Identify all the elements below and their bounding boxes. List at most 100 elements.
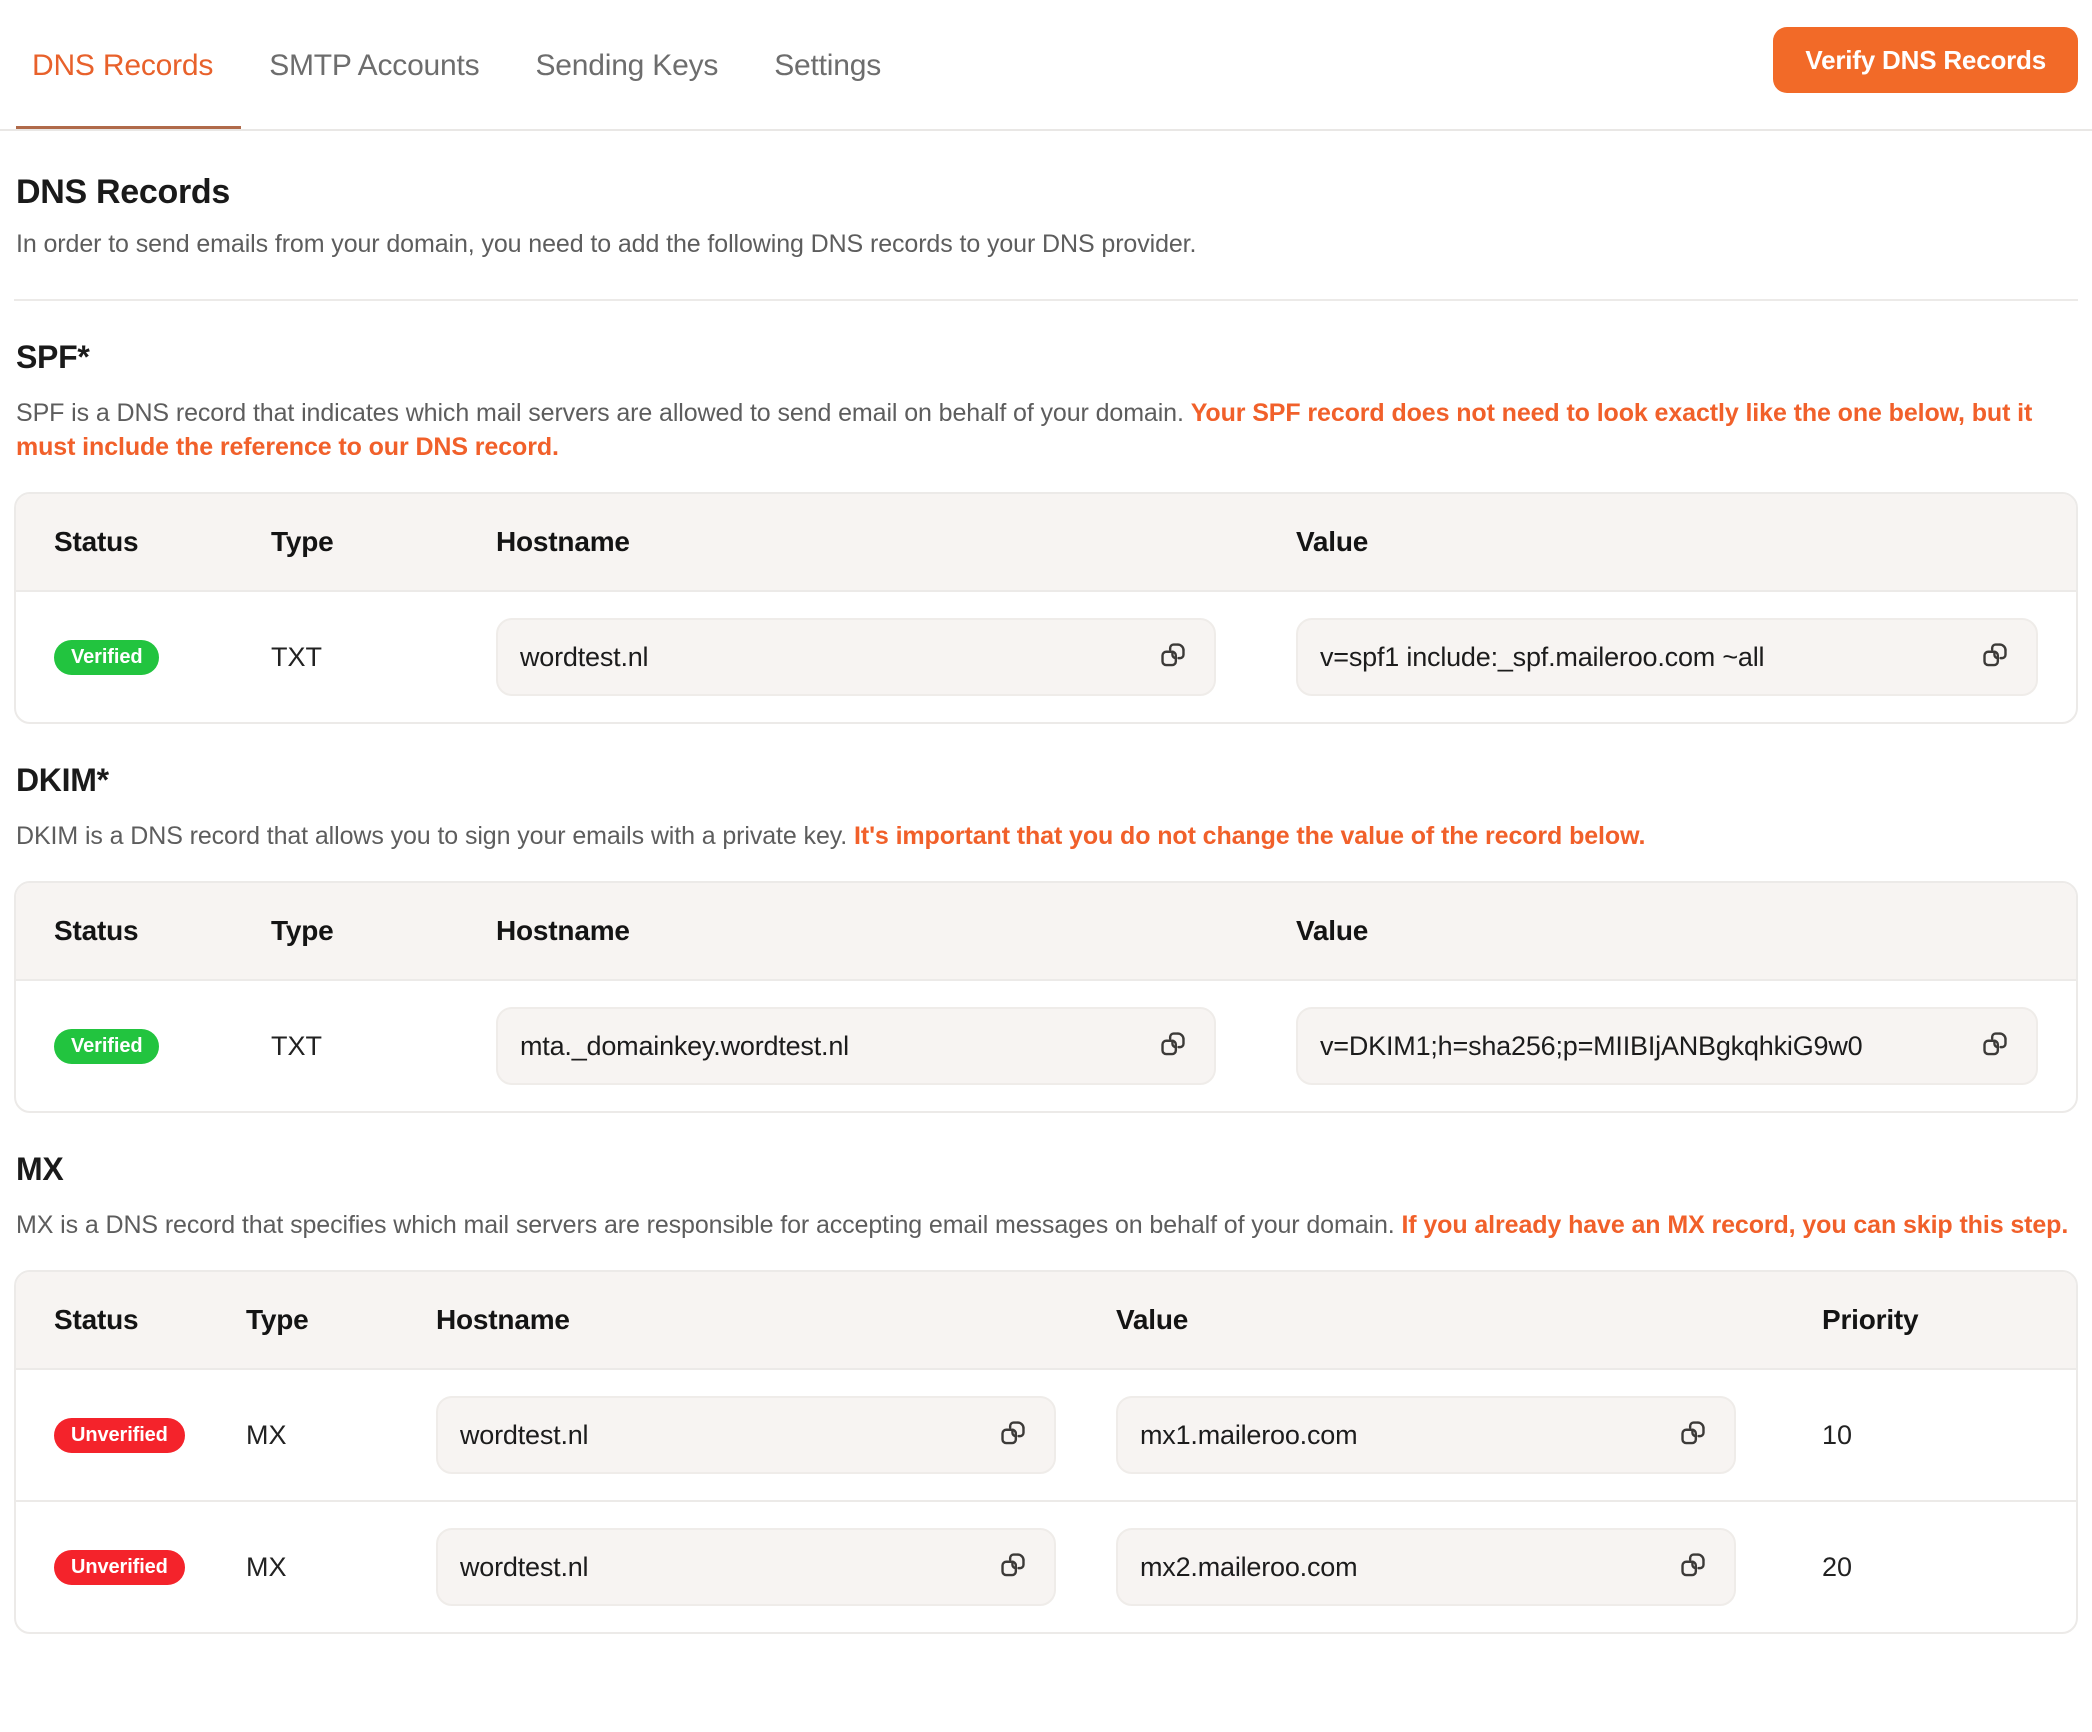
mx-row-1-hostname-value: wordtest.nl [460, 1551, 589, 1582]
status-badge: Verified [54, 640, 160, 675]
mx-row-0-priority: 10 [1822, 1419, 1853, 1450]
mx-row-1-hostname-field[interactable]: wordtest.nl [436, 1528, 1056, 1606]
mx-table-card: Status Type Hostname Value Priority Unve… [14, 1270, 2078, 1634]
dkim-table-head: Status Type Hostname Value [16, 883, 2076, 980]
dkim-description-plain: DKIM is a DNS record that allows you to … [16, 822, 854, 850]
mx-row-0-value-field[interactable]: mx1.maileroo.com [1116, 1396, 1736, 1474]
mx-row-1-status-cell: Unverified [16, 1501, 246, 1632]
tab-settings[interactable]: Settings [746, 0, 909, 131]
verify-dns-records-button[interactable]: Verify DNS Records [1773, 27, 2078, 93]
mx-section-description: MX is a DNS record that specifies which … [16, 1208, 2078, 1242]
dkim-row-hostname-cell: mta._domainkey.wordtest.nl [496, 980, 1296, 1111]
dkim-hostname-field[interactable]: mta._domainkey.wordtest.nl [496, 1007, 1216, 1085]
spf-section-description: SPF is a DNS record that indicates which… [16, 396, 2078, 464]
tab-bar: DNS Records SMTP Accounts Sending Keys S… [0, 0, 2092, 131]
table-row: Verified TXT mta._domainkey.wordtest.nl [16, 980, 2076, 1111]
mx-row-1-value-text: mx2.maileroo.com [1140, 1551, 1358, 1582]
dkim-value-text: v=DKIM1;h=sha256;p=MIIBIjANBgkqhkiG9w0 [1320, 1030, 1863, 1061]
mx-row-1-type: MX [246, 1551, 287, 1582]
section-divider [14, 299, 2078, 301]
dkim-value-field[interactable]: v=DKIM1;h=sha256;p=MIIBIjANBgkqhkiG9w0 [1296, 1007, 2038, 1085]
dkim-hostname-value: mta._domainkey.wordtest.nl [520, 1030, 849, 1061]
copy-icon[interactable] [994, 1416, 1032, 1454]
copy-icon[interactable] [1154, 1027, 1192, 1065]
mx-col-type: Type [246, 1304, 309, 1335]
page-title: DNS Records [16, 173, 230, 211]
tab-dns-records-label: DNS Records [32, 48, 214, 82]
spf-row-status-cell: Verified [16, 591, 271, 722]
spf-value-text: v=spf1 include:_spf.maileroo.com ~all [1320, 641, 1765, 672]
mx-table: Status Type Hostname Value Priority Unve… [16, 1272, 2076, 1632]
copy-icon[interactable] [994, 1548, 1032, 1586]
tab-list: DNS Records SMTP Accounts Sending Keys S… [16, 0, 909, 131]
mx-header-row: Status Type Hostname Value Priority [16, 1272, 2076, 1369]
dkim-col-value: Value [1296, 915, 1369, 946]
mx-row-1-value-field[interactable]: mx2.maileroo.com [1116, 1528, 1736, 1606]
spf-table: Status Type Hostname Value Verified TXT … [16, 494, 2076, 722]
spf-col-type: Type [271, 526, 334, 557]
tab-sending-keys-label: Sending Keys [535, 48, 719, 82]
mx-row-0-hostname-value: wordtest.nl [460, 1419, 589, 1450]
spf-table-card: Status Type Hostname Value Verified TXT … [14, 492, 2078, 724]
spf-col-hostname: Hostname [496, 526, 630, 557]
spf-hostname-value: wordtest.nl [520, 641, 649, 672]
mx-row-1-priority: 20 [1822, 1551, 1853, 1582]
mx-row-0-value-cell: mx1.maileroo.com [1116, 1369, 1796, 1501]
dkim-description-highlight: It's important that you do not change th… [854, 822, 1646, 850]
spf-row-value-cell: v=spf1 include:_spf.maileroo.com ~all [1296, 591, 2076, 722]
status-badge: Verified [54, 1029, 160, 1064]
page-content: DNS Records In order to send emails from… [0, 173, 2092, 1634]
spf-table-body: Verified TXT wordtest.nl v=spf1 include:… [16, 591, 2076, 722]
copy-icon[interactable] [1674, 1416, 1712, 1454]
spf-row-hostname-cell: wordtest.nl [496, 591, 1296, 722]
spf-col-value: Value [1296, 526, 1369, 557]
mx-row-1-hostname-cell: wordtest.nl [436, 1501, 1116, 1632]
dkim-table-body: Verified TXT mta._domainkey.wordtest.nl [16, 980, 2076, 1111]
tab-dns-records[interactable]: DNS Records [16, 0, 242, 131]
mx-col-status: Status [54, 1304, 139, 1335]
mx-col-hostname: Hostname [436, 1304, 570, 1335]
tab-settings-label: Settings [774, 48, 882, 82]
dkim-section-title: DKIM* [16, 762, 109, 798]
spf-table-head: Status Type Hostname Value [16, 494, 2076, 591]
mx-description-highlight: If you already have an MX record, you ca… [1401, 1211, 2069, 1239]
mx-description-plain: MX is a DNS record that specifies which … [16, 1211, 1402, 1239]
tab-sending-keys[interactable]: Sending Keys [507, 0, 746, 131]
dkim-col-status: Status [54, 915, 139, 946]
mx-row-0-type: MX [246, 1419, 287, 1450]
mx-col-value: Value [1116, 1304, 1189, 1335]
copy-icon[interactable] [1674, 1548, 1712, 1586]
copy-icon[interactable] [1976, 638, 2014, 676]
tab-smtp-accounts[interactable]: SMTP Accounts [241, 0, 507, 131]
tab-bar-divider [0, 129, 2092, 131]
dkim-row-type: TXT [271, 1030, 322, 1061]
spf-hostname-field[interactable]: wordtest.nl [496, 618, 1216, 696]
table-row: Unverified MX wordtest.nl [16, 1369, 2076, 1501]
status-badge: Unverified [54, 1418, 185, 1453]
mx-row-0-hostname-field[interactable]: wordtest.nl [436, 1396, 1056, 1474]
page-subtitle: In order to send emails from your domain… [16, 230, 1197, 258]
dkim-table: Status Type Hostname Value Verified TXT … [16, 883, 2076, 1111]
copy-icon[interactable] [1976, 1027, 2014, 1065]
spf-header-row: Status Type Hostname Value [16, 494, 2076, 591]
copy-icon[interactable] [1154, 638, 1192, 676]
mx-row-0-status-cell: Unverified [16, 1369, 246, 1501]
spf-value-field[interactable]: v=spf1 include:_spf.maileroo.com ~all [1296, 618, 2038, 696]
tab-smtp-accounts-label: SMTP Accounts [269, 48, 480, 82]
mx-table-head: Status Type Hostname Value Priority [16, 1272, 2076, 1369]
dkim-col-hostname: Hostname [496, 915, 630, 946]
status-badge: Unverified [54, 1550, 185, 1585]
mx-row-0-hostname-cell: wordtest.nl [436, 1369, 1116, 1501]
spf-row-type: TXT [271, 641, 322, 672]
dkim-table-card: Status Type Hostname Value Verified TXT … [14, 881, 2078, 1113]
dkim-section-description: DKIM is a DNS record that allows you to … [16, 819, 2078, 853]
table-row: Verified TXT wordtest.nl v=spf1 include:… [16, 591, 2076, 722]
spf-description-plain: SPF is a DNS record that indicates which… [16, 399, 1191, 427]
mx-table-body: Unverified MX wordtest.nl mx1.maileroo.c… [16, 1369, 2076, 1632]
dkim-row-value-cell: v=DKIM1;h=sha256;p=MIIBIjANBgkqhkiG9w0 [1296, 980, 2076, 1111]
spf-section-title: SPF* [16, 339, 90, 375]
dkim-header-row: Status Type Hostname Value [16, 883, 2076, 980]
table-row: Unverified MX wordtest.nl [16, 1501, 2076, 1632]
mx-row-0-value-text: mx1.maileroo.com [1140, 1419, 1358, 1450]
dkim-col-type: Type [271, 915, 334, 946]
